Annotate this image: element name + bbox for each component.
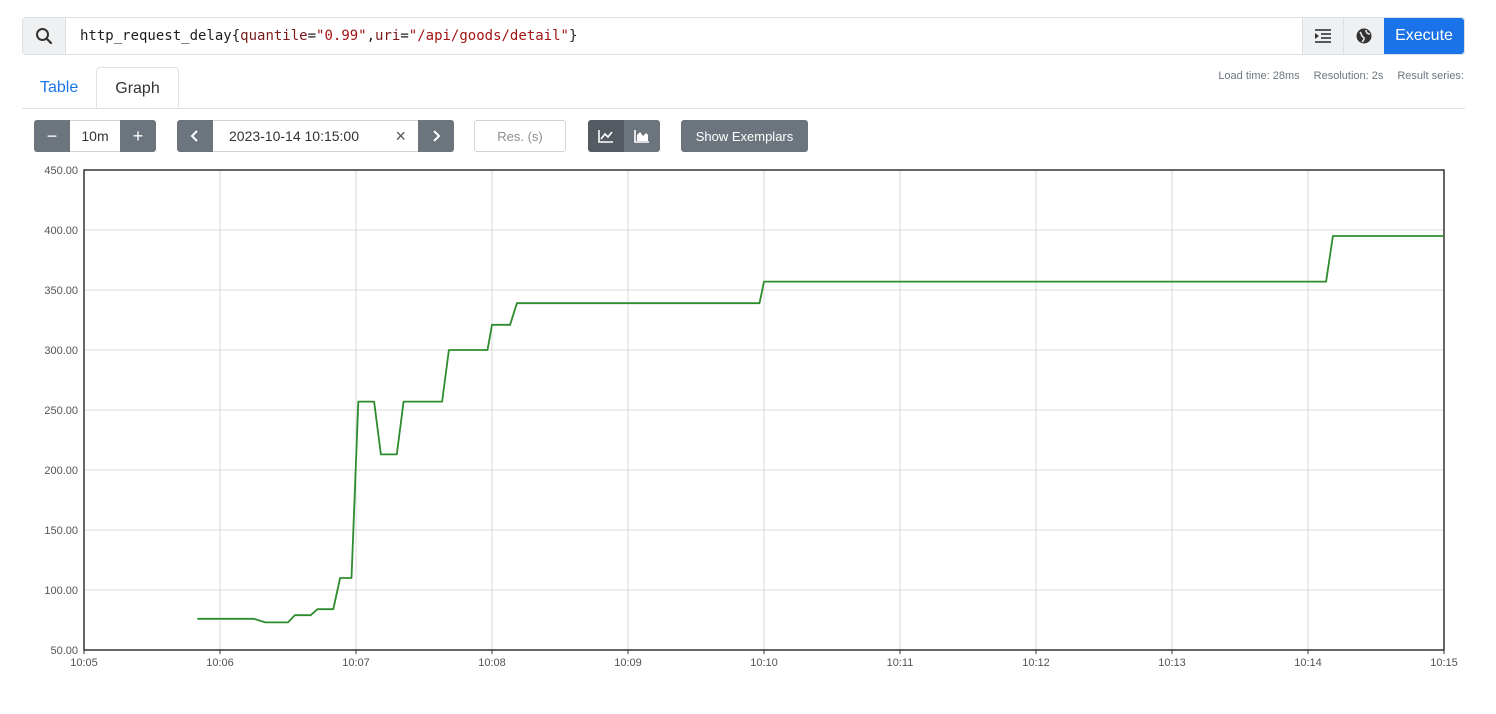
prev-time-button[interactable] [177,120,213,152]
stacked-chart-button[interactable] [624,120,660,152]
x-tick-label: 10:15 [1430,657,1458,669]
format-query-icon [1315,29,1331,43]
x-tick-label: 10:07 [342,657,370,669]
line-chart-button[interactable] [588,120,624,152]
x-tick-label: 10:12 [1022,657,1050,669]
tab-bar: Table Graph [22,67,179,109]
x-tick-label: 10:06 [206,657,234,669]
chart-type-toggle [588,120,660,152]
search-icon [23,18,66,54]
query-comma: , [366,28,376,44]
show-exemplars-button[interactable]: Show Exemplars [681,120,808,152]
graph-panel: 50.00 100.00 150.00 200.00 250.00 300.00 350.0… [44,165,1458,669]
x-tick-label: 10:10 [750,657,778,669]
execute-button[interactable]: Execute [1384,18,1464,54]
next-time-button[interactable] [418,120,454,152]
query-label-name: quantile [240,28,308,44]
query-bar: http_request_delay{quantile = "0.99", uri = "… [22,17,1465,55]
tab-table[interactable]: Table [22,67,96,109]
resolution-input[interactable]: Res. (s) [474,120,566,152]
tab-graph[interactable]: Graph [96,67,179,109]
chevron-left-icon [190,130,198,142]
y-tick-label: 450.00 [44,165,78,177]
y-axis: 50.00 100.00 150.00 200.00 250.00 300.00 350.0… [44,165,78,657]
format-query-button[interactable] [1302,18,1343,54]
range-control: − 10m + [34,120,156,152]
line-chart-icon [598,130,613,143]
end-time-value: 2023-10-14 10:15:00 [229,128,359,144]
y-tick-label: 200.00 [44,465,78,477]
metrics-explorer-icon [1356,28,1372,44]
series-line [197,235,1444,624]
y-tick-label: 300.00 [44,345,78,357]
query-eq: = [400,28,409,44]
query-label-value: "0.99" [316,28,367,44]
chart-series [197,235,1444,624]
y-tick-label: 150.00 [44,525,78,537]
query-label-name: uri [375,28,401,44]
increase-range-button[interactable]: + [120,120,156,152]
query-close-brace: } [568,28,578,44]
range-input[interactable]: 10m [70,120,120,152]
chevron-right-icon [433,130,441,142]
x-tick-label: 10:08 [478,657,506,669]
x-tick-label: 10:09 [614,657,642,669]
query-open-brace: { [231,28,241,44]
x-tick-label: 10:05 [70,657,98,669]
resolution: Resolution: 2s [1313,70,1384,82]
y-tick-label: 100.00 [44,585,78,597]
end-time-control: 2023-10-14 10:15:00 × [177,120,454,152]
chart-grid [83,169,1445,651]
query-metric: http_request_delay [80,28,232,44]
y-tick-label: 400.00 [44,225,78,237]
x-tick-label: 10:13 [1158,657,1186,669]
y-tick-label: 350.00 [44,285,78,297]
result-series: Result series: [1397,70,1464,82]
query-input[interactable]: http_request_delay{quantile = "0.99", uri = "… [66,18,1302,54]
x-axis: 10:05 10:06 10:07 10:08 10:09 10:10 10:11 10:12… [70,650,1458,669]
query-label-value: "/api/goods/detail" [408,28,569,44]
y-tick-label: 50.00 [50,645,78,657]
query-eq: = [307,28,317,44]
y-tick-label: 250.00 [44,405,78,417]
load-time: Load time: 28ms [1218,70,1300,82]
clear-time-icon[interactable]: × [395,126,406,147]
tab-divider [22,108,1465,109]
end-time-input[interactable]: 2023-10-14 10:15:00 × [213,120,418,152]
decrease-range-button[interactable]: − [34,120,70,152]
query-stats: Load time: 28ms Resolution: 2s Result se… [1218,70,1464,82]
metrics-explorer-button[interactable] [1343,18,1384,54]
x-tick-label: 10:11 [887,657,914,669]
x-tick-label: 10:14 [1294,657,1322,669]
stacked-chart-icon [634,130,649,143]
